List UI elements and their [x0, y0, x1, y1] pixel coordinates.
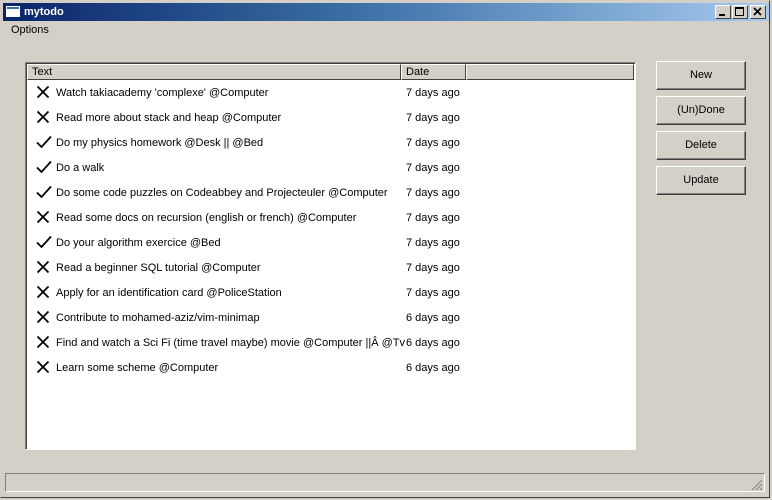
- row-text: Learn some scheme @Computer: [56, 362, 219, 374]
- new-button[interactable]: New: [656, 61, 746, 90]
- row-date: 7 days ago: [406, 262, 460, 274]
- column-header-filler: [466, 64, 634, 80]
- check-icon: [36, 185, 52, 199]
- row-date: 7 days ago: [406, 187, 460, 199]
- window-title: mytodo: [24, 6, 64, 18]
- row-date: 6 days ago: [406, 362, 460, 374]
- x-icon: [36, 210, 50, 224]
- table-row[interactable]: Learn some scheme @Computer 6 days ago: [30, 356, 630, 381]
- row-date: 7 days ago: [406, 212, 460, 224]
- x-icon: [36, 110, 50, 124]
- x-icon: [36, 335, 50, 349]
- row-date: 7 days ago: [406, 237, 460, 249]
- table-row[interactable]: Read some docs on recursion (english or …: [30, 206, 630, 231]
- x-icon: [36, 285, 50, 299]
- column-header-date[interactable]: Date: [401, 64, 466, 80]
- row-text: Find and watch a Sci Fi (time travel may…: [56, 337, 405, 349]
- close-button[interactable]: [750, 5, 766, 19]
- close-icon: [753, 7, 762, 16]
- table-row[interactable]: Do a walk 7 days ago: [30, 156, 630, 181]
- row-text: Do your algorithm exercice @Bed: [56, 237, 221, 249]
- table-row[interactable]: Do my physics homework @Desk || @Bed 7 da…: [30, 131, 630, 156]
- column-header-text[interactable]: Text: [27, 64, 401, 80]
- row-date: 7 days ago: [406, 87, 460, 99]
- minimize-icon: [719, 14, 725, 16]
- row-text: Apply for an identification card @Police…: [56, 287, 282, 299]
- row-date: 6 days ago: [406, 312, 460, 324]
- maximize-icon: [735, 7, 744, 16]
- x-icon: [36, 360, 50, 374]
- minimize-button[interactable]: [715, 5, 731, 19]
- app-icon: [6, 6, 20, 17]
- table-row[interactable]: Apply for an identification card @Police…: [30, 281, 630, 306]
- todo-list[interactable]: Text Date Watch takiacademy 'complexe' @…: [25, 62, 636, 450]
- menu-options[interactable]: Options: [10, 24, 50, 36]
- table-row[interactable]: Contribute to mohamed-aziz/vim-minimap 6 …: [30, 306, 630, 331]
- maximize-button[interactable]: [732, 5, 748, 19]
- row-date: 7 days ago: [406, 162, 460, 174]
- row-date: 7 days ago: [406, 137, 460, 149]
- row-text: Read more about stack and heap @Computer: [56, 112, 282, 124]
- row-date: 6 days ago: [406, 337, 460, 349]
- row-text: Do my physics homework @Desk || @Bed: [56, 137, 264, 149]
- table-row[interactable]: Read a beginner SQL tutorial @Computer 7 …: [30, 256, 630, 281]
- undone-button[interactable]: (Un)Done: [656, 96, 746, 125]
- row-text: Contribute to mohamed-aziz/vim-minimap: [56, 312, 260, 324]
- row-text: Read some docs on recursion (english or …: [56, 212, 357, 224]
- row-text: Watch takiacademy 'complexe' @Computer: [56, 87, 269, 99]
- menu-bar: Options: [3, 22, 769, 41]
- table-row[interactable]: Read more about stack and heap @Computer…: [30, 106, 630, 131]
- title-bar[interactable]: mytodo: [3, 3, 769, 21]
- row-text: Read a beginner SQL tutorial @Computer: [56, 262, 261, 274]
- table-row[interactable]: Watch takiacademy 'complexe' @Computer 7 …: [30, 81, 630, 106]
- row-date: 7 days ago: [406, 112, 460, 124]
- table-row[interactable]: Do your algorithm exercice @Bed 7 days ag…: [30, 231, 630, 256]
- list-header: Text Date: [27, 64, 634, 80]
- check-icon: [36, 135, 52, 149]
- x-icon: [36, 260, 50, 274]
- delete-button[interactable]: Delete: [656, 131, 746, 160]
- table-row[interactable]: Find and watch a Sci Fi (time travel may…: [30, 331, 630, 356]
- table-row[interactable]: Do some code puzzles on Codeabbey and Pr…: [30, 181, 630, 206]
- row-text: Do some code puzzles on Codeabbey and Pr…: [56, 187, 388, 199]
- check-icon: [36, 160, 52, 174]
- resize-grip-icon[interactable]: [751, 479, 763, 491]
- row-text: Do a walk: [56, 162, 105, 174]
- main-window: mytodo Options Text Date Watch takiacade…: [0, 0, 770, 498]
- x-icon: [36, 310, 50, 324]
- update-button[interactable]: Update: [656, 166, 746, 195]
- x-icon: [36, 85, 50, 99]
- check-icon: [36, 235, 52, 249]
- status-bar: [5, 473, 765, 492]
- row-date: 7 days ago: [406, 287, 460, 299]
